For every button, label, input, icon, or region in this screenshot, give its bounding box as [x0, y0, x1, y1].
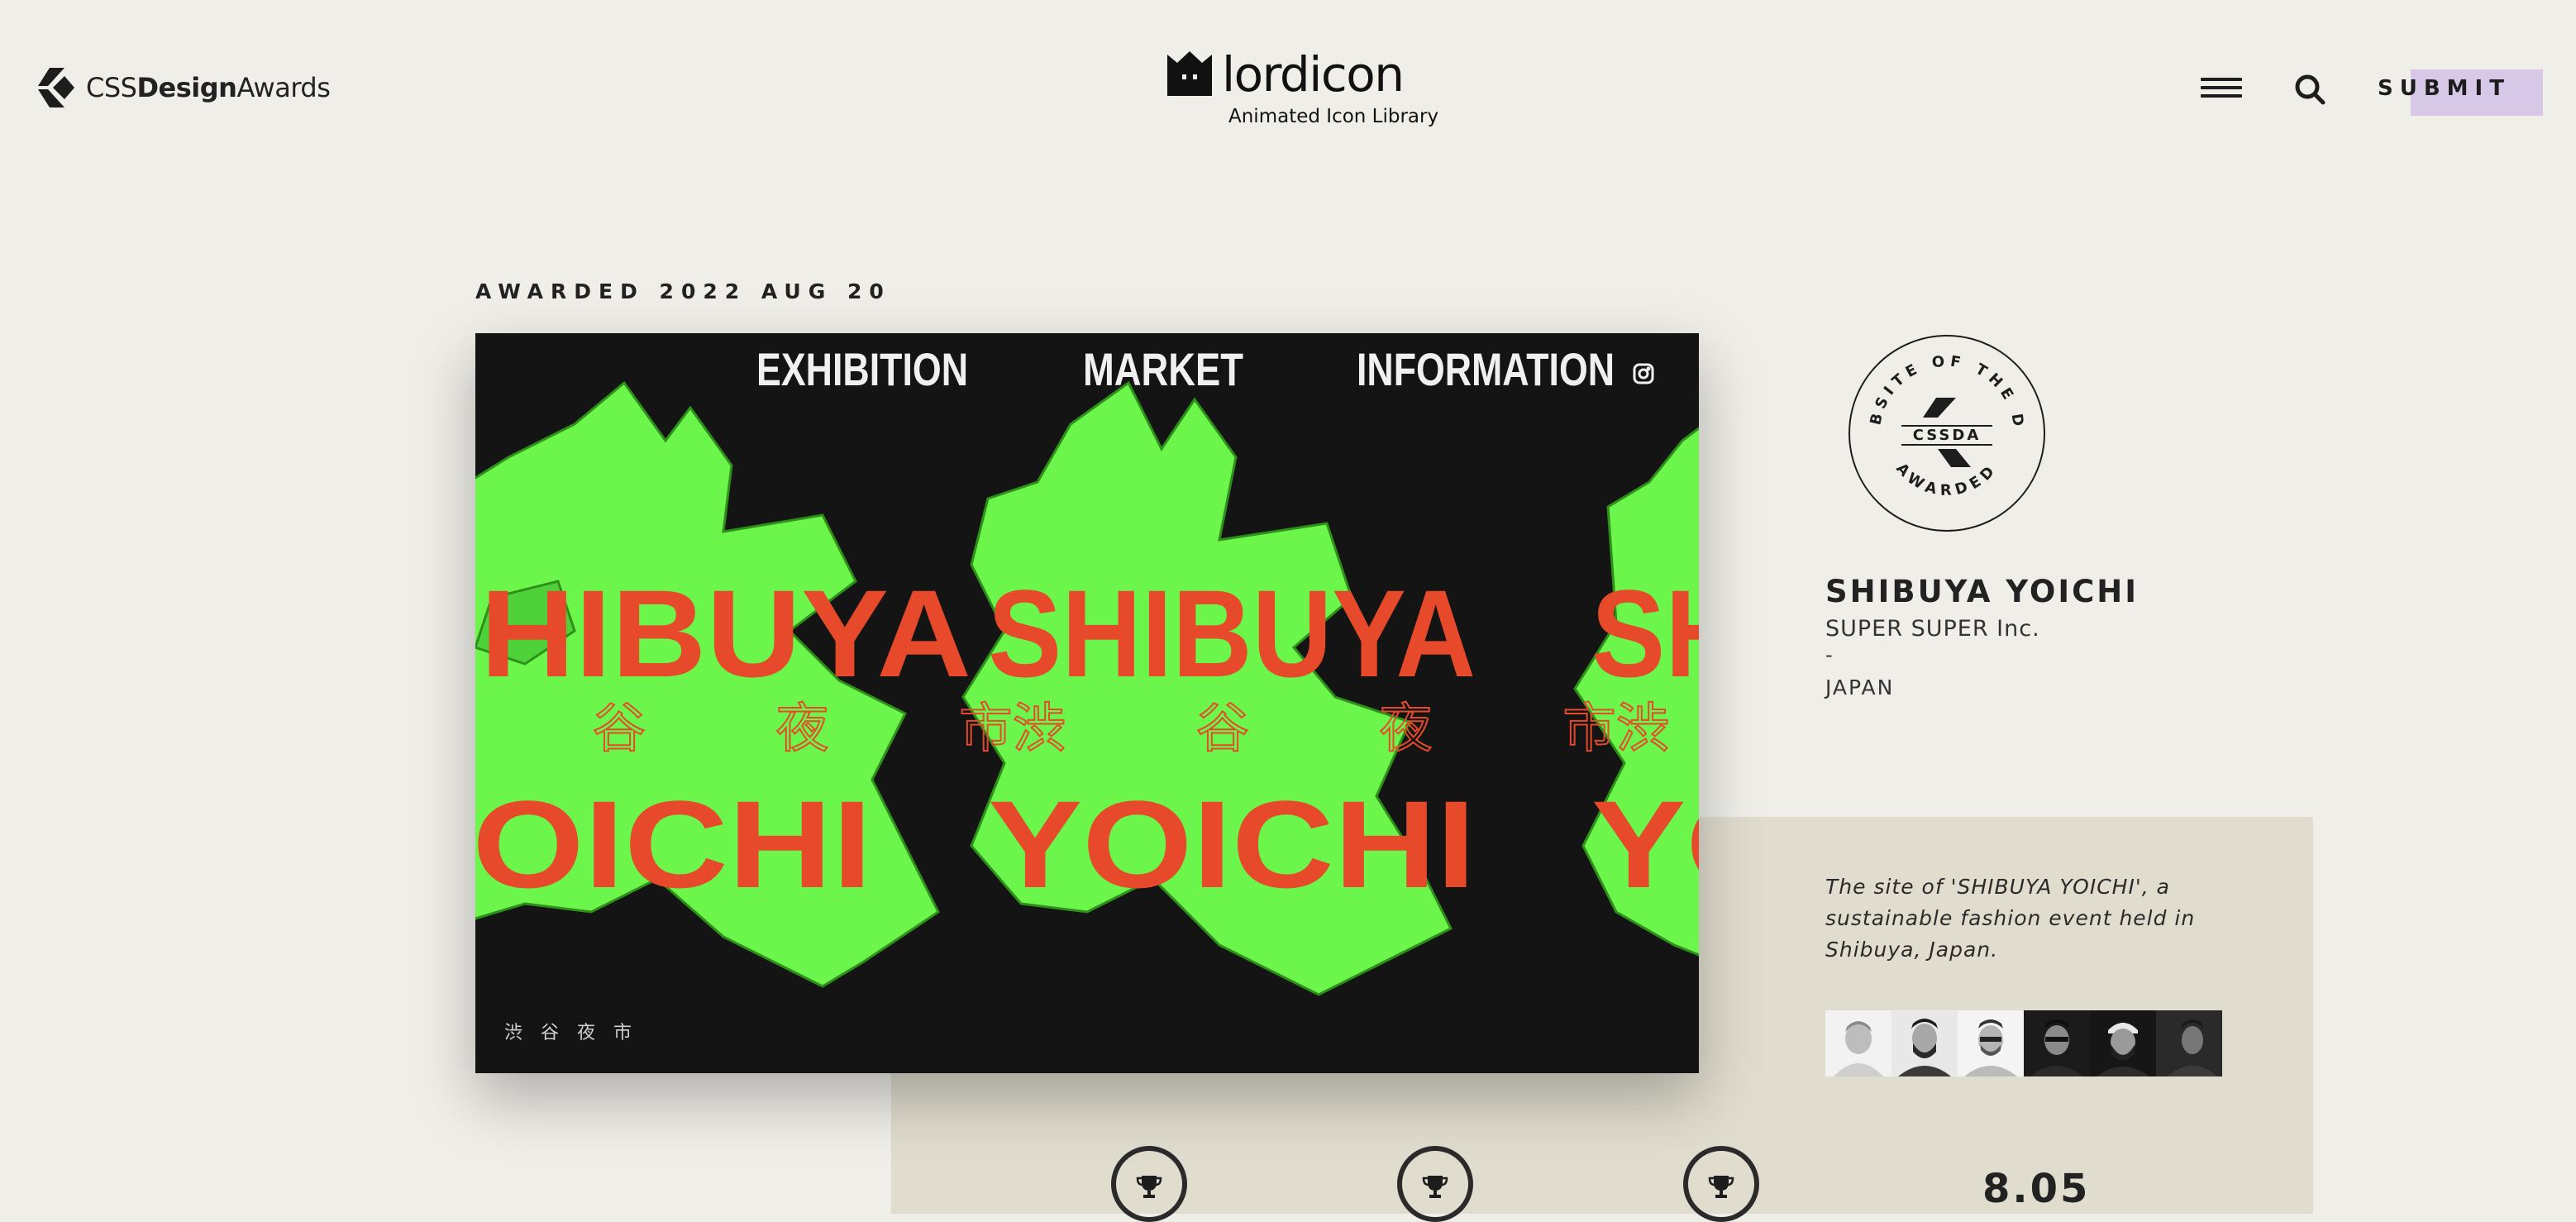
overall-score: 8.05: [1982, 1166, 2091, 1212]
vote-design-trophy[interactable]: [1111, 1146, 1187, 1222]
kanji-row-2: 渋 谷 夜 市: [1013, 699, 1673, 758]
headline-bottom-2: YOICHI: [988, 775, 1476, 914]
screenshot-art: SHIBUYA SHIBUYA SHIBUYA YOICHI YOICHI YO…: [475, 343, 1699, 1043]
headline-top-1: SHIBUYA: [475, 564, 971, 703]
avatar[interactable]: [1958, 1010, 2024, 1076]
cssda-logo-icon: [38, 68, 74, 107]
trophy-icon: [1708, 1176, 1734, 1198]
vote-ui-trophy[interactable]: [1397, 1146, 1473, 1222]
vote-ux-trophy[interactable]: [1683, 1146, 1759, 1222]
badge-bottom-text: AWARDED: [1892, 460, 1996, 499]
site-separator: -: [1825, 643, 1833, 666]
cssda-logo[interactable]: CSSDesignAwards: [31, 64, 331, 111]
sponsor-lordicon[interactable]: lordicon Animated Icon Library: [1164, 46, 1438, 131]
trophy-icon: [1136, 1176, 1162, 1198]
headline-bottom-1: YOICHI: [475, 775, 872, 914]
headline-bottom-3: YOICHI: [1591, 775, 1699, 914]
avatar[interactable]: [2024, 1010, 2090, 1076]
screenshot-nav-information[interactable]: INFORMATION: [1357, 343, 1615, 395]
badge-center-text: CSSDA: [1913, 427, 1982, 444]
screenshot-nav-market[interactable]: MARKET: [1083, 343, 1243, 395]
menu-icon[interactable]: [2201, 78, 2242, 103]
sponsor-tagline: Animated Icon Library: [1228, 106, 1439, 127]
avatar[interactable]: [2090, 1010, 2156, 1076]
headline-top-3: SHIBUYA: [1591, 564, 1699, 703]
submit-label: SUBMIT: [2378, 76, 2511, 101]
submit-button[interactable]: SUBMIT: [2376, 69, 2543, 116]
website-of-the-day-badge: WEBSITE OF THE DAY AWARDED CSSDA: [1847, 333, 2045, 532]
headline-top-2: SHIBUYA: [988, 564, 1476, 703]
jury-avatars: [1825, 1010, 2222, 1076]
award-date: AWARDED 2022 AUG 20: [475, 279, 891, 303]
site-screenshot[interactable]: SHIBUYA SHIBUYA SHIBUYA YOICHI YOICHI YO…: [475, 333, 1699, 1073]
avatar[interactable]: [2156, 1010, 2222, 1076]
trophy-icon: [1422, 1176, 1448, 1198]
sponsor-name: lordicon: [1222, 46, 1405, 103]
headline-group: SHIBUYA SHIBUYA SHIBUYA YOICHI YOICHI YO…: [475, 564, 1699, 914]
avatar[interactable]: [1825, 1010, 1891, 1076]
cssda-logo-text: CSSDesignAwards: [86, 72, 331, 103]
avatar[interactable]: [1891, 1010, 1958, 1076]
site-author[interactable]: SUPER SUPER Inc.: [1825, 616, 2040, 642]
instagram-icon[interactable]: [1633, 363, 1654, 384]
crown-icon: [1167, 51, 1212, 96]
screenshot-footer-kanji: 渋 谷 夜 市: [504, 1023, 632, 1043]
svg-text:AWARDED: AWARDED: [1892, 460, 2001, 499]
search-icon[interactable]: [2292, 71, 2328, 107]
site-country: JAPAN: [1825, 675, 1895, 699]
kanji-row-1: 渋 谷 夜 市: [475, 699, 1070, 758]
screenshot-nav-exhibition[interactable]: EXHIBITION: [756, 343, 968, 395]
kanji-row-3: 渋 谷 夜 市: [1616, 699, 1699, 758]
site-title[interactable]: SHIBUYA YOICHI: [1825, 574, 2139, 609]
site-description: The site of 'SHIBUYA YOICHI', a sustaina…: [1825, 875, 2196, 962]
